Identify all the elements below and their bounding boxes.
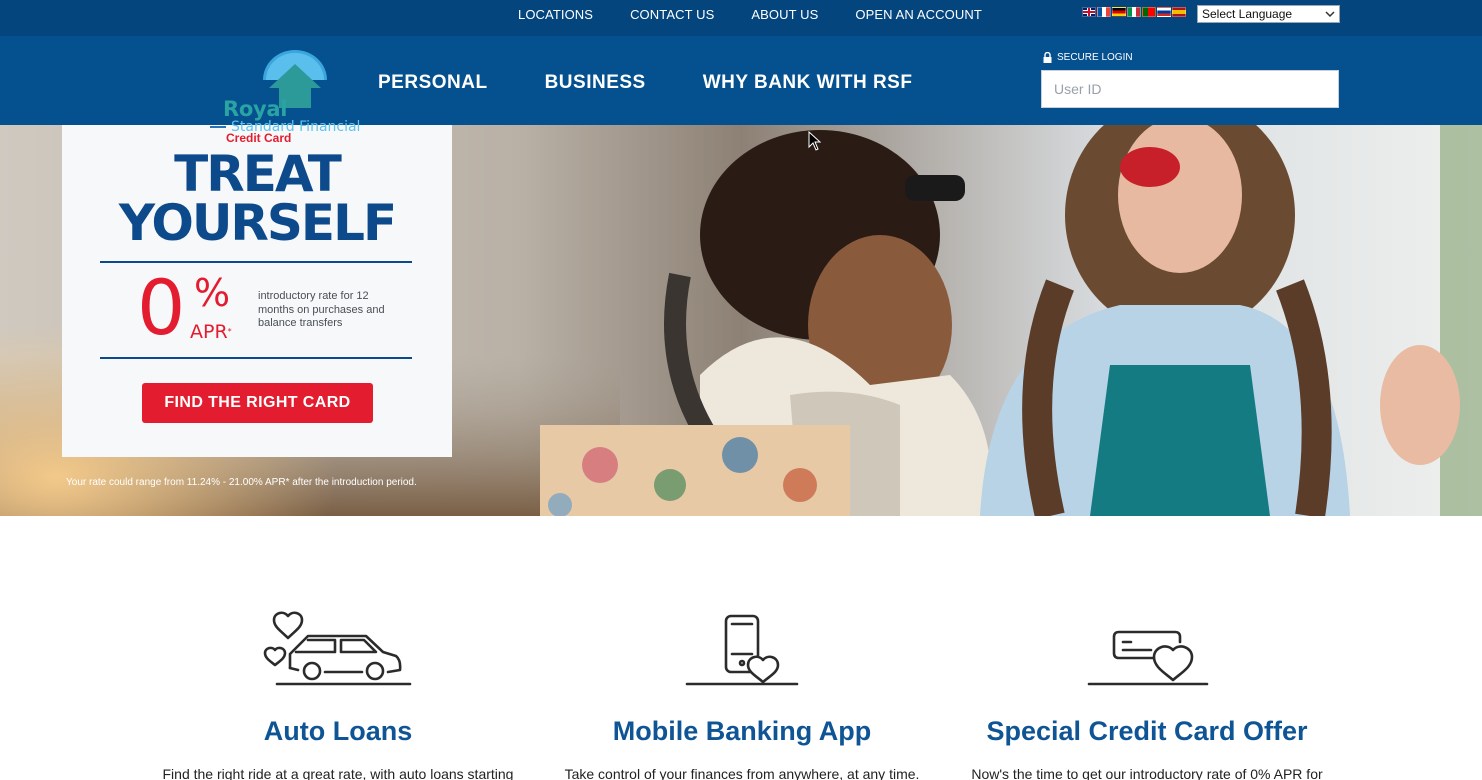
secure-login-text: SECURE LOGIN: [1057, 52, 1133, 63]
language-select[interactable]: Select Language: [1197, 5, 1340, 23]
hero-banner: Credit Card TREAT YOURSELF 0 % APR* intr…: [0, 125, 1482, 516]
car-hearts-icon: [263, 611, 412, 686]
rate-apr: APR*: [190, 322, 232, 342]
apr-disclaimer: Your rate could range from 11.24% - 21.0…: [66, 477, 417, 488]
brand-name-primary: Royal: [223, 97, 288, 121]
brand-logo[interactable]: Royal Standard Financial: [210, 48, 370, 136]
open-account-link[interactable]: OPEN AN ACCOUNT: [855, 7, 981, 22]
feature-title[interactable]: Auto Loans: [138, 716, 538, 747]
feature-text: Take control of your finances from anywh…: [564, 766, 920, 780]
germany-flag-icon[interactable]: [1112, 7, 1126, 17]
language-select-value: Select Language: [1202, 7, 1293, 21]
promo-card: Credit Card TREAT YOURSELF 0 % APR* intr…: [62, 125, 452, 457]
feature-text: Find the right ride at a great rate, wit…: [162, 766, 514, 780]
feature-title[interactable]: Mobile Banking App: [542, 716, 942, 747]
rate-number: 0: [137, 263, 185, 352]
intro-rate-text: introductory rate for 12 months on purch…: [258, 290, 385, 329]
feature-text: Now's the time to get our introductory r…: [971, 766, 1323, 780]
rate-percent: %: [194, 271, 231, 315]
logo-underline: [210, 126, 226, 128]
headline-yourself: YOURSELF: [118, 194, 397, 252]
nav-personal[interactable]: PERSONAL: [378, 72, 488, 94]
contact-us-link[interactable]: CONTACT US: [630, 7, 714, 22]
find-card-button[interactable]: FIND THE RIGHT CARD: [142, 383, 373, 423]
locations-link[interactable]: LOCATIONS: [518, 7, 593, 22]
about-us-link[interactable]: ABOUT US: [751, 7, 818, 22]
russia-flag-icon[interactable]: [1157, 7, 1171, 17]
language-flags: [1082, 7, 1186, 17]
mouse-cursor-icon: [808, 131, 822, 151]
france-flag-icon[interactable]: [1097, 7, 1111, 17]
phone-heart-icon: [685, 614, 799, 686]
secure-login-label: SECURE LOGIN: [1043, 52, 1133, 63]
feature-title[interactable]: Special Credit Card Offer: [947, 716, 1347, 747]
divider-bottom: [100, 357, 412, 359]
utility-nav: LOCATIONS CONTACT US ABOUT US OPEN AN AC…: [500, 0, 1019, 28]
rate-apr-mark: *: [227, 327, 232, 336]
nav-business[interactable]: BUSINESS: [545, 72, 646, 94]
user-id-input[interactable]: [1041, 70, 1339, 108]
utility-bar: LOCATIONS CONTACT US ABOUT US OPEN AN AC…: [0, 0, 1482, 36]
main-nav: PERSONAL BUSINESS WHY BANK WITH RSF: [378, 72, 969, 94]
card-heart-icon: [1087, 630, 1209, 686]
nav-why-bank[interactable]: WHY BANK WITH RSF: [703, 72, 913, 94]
headline-treat: TREAT: [174, 145, 342, 203]
italy-flag-icon[interactable]: [1127, 7, 1141, 17]
uk-flag-icon[interactable]: [1082, 7, 1096, 17]
chevron-down-icon: [1325, 11, 1335, 18]
page: LOCATIONS CONTACT US ABOUT US OPEN AN AC…: [0, 0, 1482, 780]
rate-apr-text: APR: [190, 321, 228, 343]
brand-name-secondary: Standard Financial: [231, 119, 361, 135]
portugal-flag-icon[interactable]: [1142, 7, 1156, 17]
lock-icon: [1043, 52, 1052, 63]
spain-flag-icon[interactable]: [1172, 7, 1186, 17]
